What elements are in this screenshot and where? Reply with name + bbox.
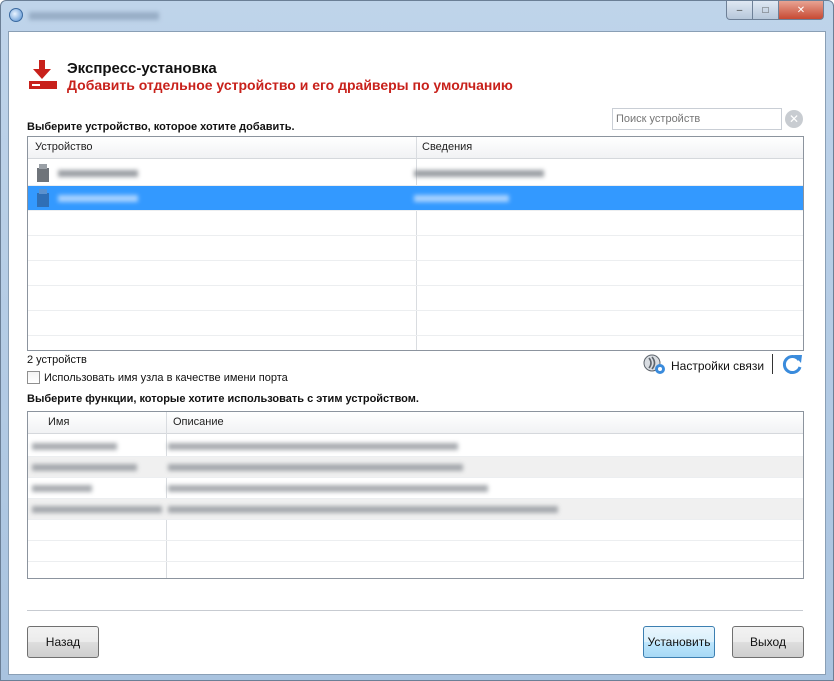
page-subtitle: Добавить отдельное устройство и его драй…: [67, 77, 513, 93]
feature-name-redacted: [32, 443, 117, 450]
empty-row: [28, 236, 803, 261]
device-row[interactable]: [28, 161, 803, 186]
feature-row[interactable]: [28, 499, 803, 520]
feature-section-label: Выберите функции, которые хотите использ…: [27, 393, 419, 405]
footer-divider: [27, 610, 803, 611]
device-name-redacted: [58, 170, 138, 177]
window-title: [29, 12, 159, 20]
feature-list-header: Имя Описание: [28, 412, 803, 434]
use-hostname-option[interactable]: Использовать имя узла в качестве имени п…: [27, 371, 288, 384]
feature-row[interactable]: [28, 436, 803, 457]
printer-icon: [37, 189, 49, 207]
feature-name-redacted: [32, 485, 92, 492]
app-icon: [9, 8, 23, 22]
feature-row[interactable]: [28, 457, 803, 478]
column-header-device[interactable]: Устройство: [35, 141, 93, 153]
feature-description-redacted: [168, 485, 488, 492]
device-name-redacted: [58, 195, 138, 202]
toolbar-divider: [772, 354, 773, 374]
column-header-description[interactable]: Описание: [173, 416, 224, 428]
column-header-name[interactable]: Имя: [48, 416, 69, 428]
maximize-button[interactable]: □: [752, 1, 779, 20]
device-details-redacted: [414, 195, 509, 202]
connection-settings-icon[interactable]: [643, 352, 667, 376]
title-bar[interactable]: – □ ✕: [1, 1, 833, 31]
empty-row: [28, 286, 803, 311]
column-header-details[interactable]: Сведения: [422, 141, 472, 153]
refresh-icon[interactable]: [780, 352, 804, 376]
use-hostname-checkbox[interactable]: [27, 371, 40, 384]
feature-name-redacted: [32, 464, 137, 471]
installer-window: – □ ✕ Экспресс-установка Добавить отдель…: [0, 0, 834, 681]
empty-row: [28, 520, 803, 541]
printer-icon: [37, 164, 49, 182]
use-hostname-label[interactable]: Использовать имя узла в качестве имени п…: [44, 372, 288, 384]
feature-name-redacted: [32, 506, 162, 513]
device-search-input[interactable]: [612, 108, 782, 130]
back-button[interactable]: Назад: [27, 626, 99, 658]
device-details-redacted: [414, 170, 544, 177]
device-section-label: Выберите устройство, которое хотите доба…: [27, 121, 295, 133]
empty-row: [28, 541, 803, 562]
dialog-content: Экспресс-установка Добавить отдельное ус…: [8, 31, 826, 675]
feature-description-redacted: [168, 443, 458, 450]
exit-button[interactable]: Выход: [732, 626, 804, 658]
connection-settings-link[interactable]: Настройки связи: [671, 359, 764, 373]
empty-row: [28, 261, 803, 286]
device-row-selected[interactable]: [28, 186, 803, 211]
feature-description-redacted: [168, 464, 463, 471]
feature-list[interactable]: Имя Описание: [27, 411, 804, 579]
close-button[interactable]: ✕: [778, 1, 824, 20]
feature-row[interactable]: [28, 478, 803, 499]
install-button[interactable]: Установить: [643, 626, 715, 658]
empty-row: [28, 311, 803, 336]
page-title: Экспресс-установка: [67, 60, 217, 77]
clear-search-icon[interactable]: ✕: [785, 110, 803, 128]
device-list[interactable]: Устройство Сведения: [27, 136, 804, 351]
device-count: 2 устройств: [27, 354, 87, 366]
minimize-button[interactable]: –: [726, 1, 753, 20]
download-install-icon: [29, 60, 57, 89]
feature-description-redacted: [168, 506, 558, 513]
empty-row: [28, 211, 803, 236]
